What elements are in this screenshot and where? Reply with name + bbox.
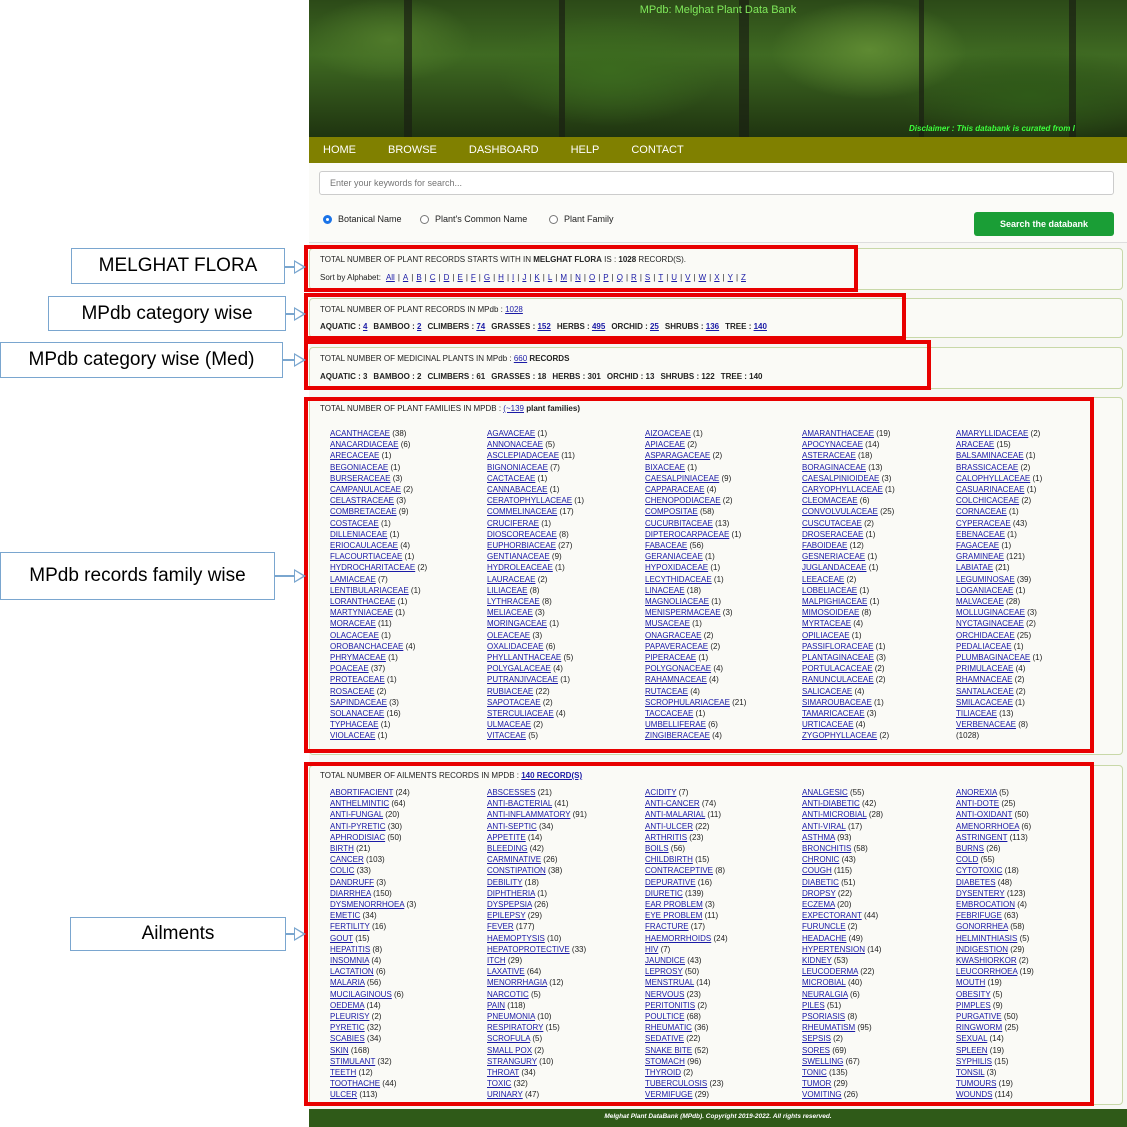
nav-dashboard[interactable]: DASHBOARD (469, 144, 539, 156)
forest-banner: MPdb: Melghat Plant Data Bank Disclaimer… (309, 0, 1127, 137)
arrow-icon (283, 353, 306, 367)
callout-category: MPdb category wise (48, 296, 286, 331)
radio-common-name[interactable]: Plant's Common Name (420, 214, 527, 224)
callout-ailments: Ailments (70, 917, 286, 951)
highlight-families (304, 397, 1094, 753)
disclaimer-marquee: Disclaimer : This databank is curated fr… (909, 124, 1075, 133)
radio-icon (420, 214, 429, 224)
highlight-flora (304, 245, 858, 292)
search-input[interactable] (319, 171, 1114, 195)
arrow-icon (286, 307, 306, 321)
radio-botanical-name[interactable]: Botanical Name (323, 214, 402, 224)
footer: Melghat Plant DataBank (MPdb). Copyright… (309, 1109, 1127, 1127)
nav-contact[interactable]: CONTACT (631, 144, 683, 156)
nav-home[interactable]: HOME (323, 144, 356, 156)
callout-category-med: MPdb category wise (Med) (0, 342, 283, 378)
highlight-ailments (304, 762, 1094, 1106)
arrow-icon (285, 260, 306, 274)
main-nav: HOME BROWSE DASHBOARD HELP CONTACT (309, 137, 1127, 163)
search-panel: Botanical Name Plant's Common Name Plant… (309, 163, 1127, 243)
callout-family-wise: MPdb records family wise (0, 552, 275, 600)
nav-browse[interactable]: BROWSE (388, 144, 437, 156)
highlight-medicinal (304, 340, 931, 390)
search-button[interactable]: Search the databank (974, 212, 1114, 236)
site-title: MPdb: Melghat Plant Data Bank (639, 4, 797, 16)
highlight-category (304, 293, 906, 340)
radio-selected-icon (323, 214, 332, 224)
radio-icon (549, 214, 558, 224)
arrow-icon (286, 927, 306, 941)
nav-help[interactable]: HELP (571, 144, 600, 156)
callout-melghat-flora: MELGHAT FLORA (71, 248, 285, 284)
radio-plant-family[interactable]: Plant Family (549, 214, 614, 224)
arrow-icon (275, 569, 306, 583)
